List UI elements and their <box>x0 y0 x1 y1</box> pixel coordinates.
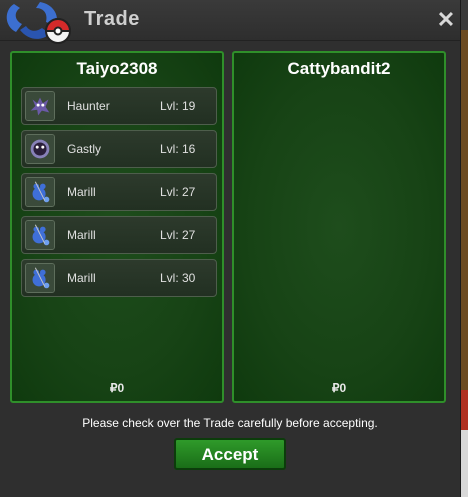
marill-sprite-icon <box>25 263 55 293</box>
trade-window: Trade ✕ Taiyo2308 Haunter Lvl: 19 Gastly… <box>0 0 461 497</box>
accept-button[interactable]: Accept <box>174 438 286 470</box>
pokemon-level: Lvl: 27 <box>160 228 196 242</box>
pokeball-logo-icon <box>6 2 72 44</box>
title-bar[interactable]: Trade ✕ <box>0 0 460 44</box>
marill-sprite-icon <box>25 177 55 207</box>
pokemon-slot-1[interactable]: Haunter Lvl: 19 <box>21 87 217 125</box>
right-trade-panel: Cattybandit2 ₽0 <box>232 51 446 403</box>
gastly-sprite-icon <box>25 134 55 164</box>
pokemon-slot-3[interactable]: Marill Lvl: 27 <box>21 173 217 211</box>
pokemon-slot-2[interactable]: Gastly Lvl: 16 <box>21 130 217 168</box>
pokemon-level: Lvl: 30 <box>160 271 196 285</box>
haunter-sprite-icon <box>25 91 55 121</box>
pokemon-slot-4[interactable]: Marill Lvl: 27 <box>21 216 217 254</box>
left-currency: ₽0 <box>109 381 125 395</box>
right-player-name: Cattybandit2 <box>287 59 391 78</box>
background-strip <box>461 0 468 497</box>
right-currency: ₽0 <box>331 381 347 395</box>
pokemon-level: Lvl: 19 <box>160 99 196 113</box>
trade-notice: Please check over the Trade carefully be… <box>82 416 378 430</box>
pokemon-level: Lvl: 16 <box>160 142 196 156</box>
window-title: Trade <box>84 8 140 30</box>
pokemon-name: Marill <box>67 185 96 199</box>
close-icon[interactable]: ✕ <box>436 9 456 31</box>
pokemon-level: Lvl: 27 <box>160 185 196 199</box>
left-trade-panel: Taiyo2308 Haunter Lvl: 19 Gastly Lvl: 16 <box>10 51 224 403</box>
marill-sprite-icon <box>25 220 55 250</box>
left-player-name: Taiyo2308 <box>76 59 158 78</box>
pokemon-slot-5[interactable]: Marill Lvl: 30 <box>21 259 217 297</box>
pokemon-name: Marill <box>67 271 96 285</box>
pokemon-name: Marill <box>67 228 96 242</box>
pokemon-name: Gastly <box>67 142 102 156</box>
pokemon-name: Haunter <box>67 99 110 113</box>
